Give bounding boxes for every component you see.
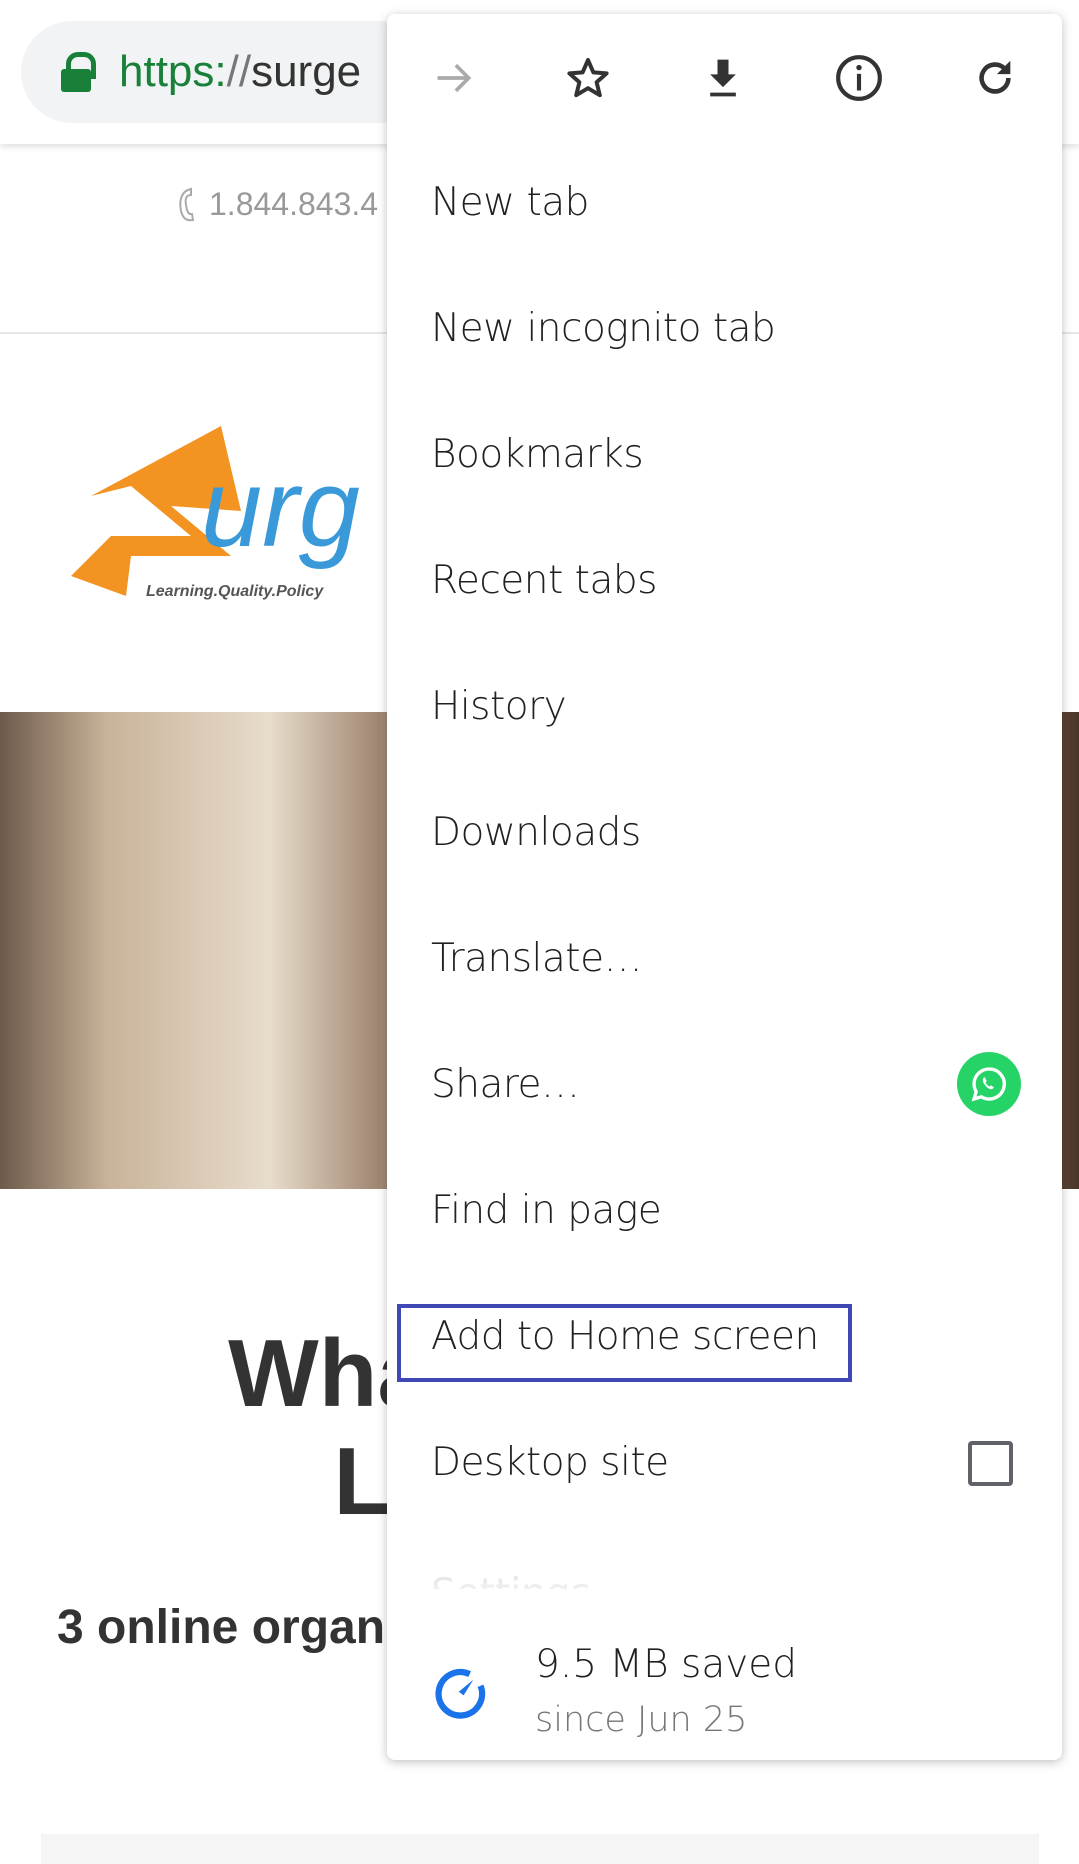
download-icon (710, 59, 736, 97)
info-icon (836, 55, 882, 101)
content-box (41, 1834, 1039, 1864)
phone-text: 1.844.843.4 (209, 186, 379, 222)
menu-item-bookmarks[interactable]: Bookmarks (431, 415, 644, 495)
lock-icon (61, 52, 96, 92)
data-saved-since: since Jun 25 (535, 1700, 748, 1740)
star-icon (567, 58, 609, 98)
menu-icon-row (387, 14, 1062, 140)
forward-arrow-icon (437, 63, 472, 93)
url-scheme: https: (119, 47, 227, 96)
menu-item-history[interactable]: History (431, 667, 567, 747)
menu-item-share[interactable]: Share… (431, 1045, 580, 1125)
url-separator: // (226, 47, 252, 96)
svg-text:Learning.Quality.Policy: Learning.Quality.Policy (146, 583, 324, 600)
download-button[interactable] (697, 52, 749, 104)
surge-logo[interactable]: urg Learning.Quality.Policy (71, 426, 391, 611)
refresh-icon (979, 60, 1011, 94)
phone-icon (179, 187, 195, 221)
menu-item-desktop-site[interactable]: Desktop site (431, 1423, 669, 1503)
menu-item-translate[interactable]: Translate… (431, 919, 643, 999)
svg-text:urg: urg (201, 447, 360, 570)
data-saver-gauge-icon (435, 1668, 486, 1719)
scroll-fade (387, 1569, 1062, 1609)
refresh-button[interactable] (969, 52, 1021, 104)
bookmark-button[interactable] (562, 52, 614, 104)
browser-menu: New tab New incognito tab Bookmarks Rece… (387, 14, 1062, 1760)
menu-item-recent-tabs[interactable]: Recent tabs (431, 541, 657, 621)
page-info-button[interactable] (833, 52, 885, 104)
page-subheading: 3 online organi (57, 1601, 399, 1654)
whatsapp-icon (971, 1067, 1006, 1102)
url-host: surge (251, 47, 362, 96)
highlight-box (397, 1304, 852, 1382)
desktop-site-checkbox[interactable] (968, 1441, 1013, 1486)
whatsapp-share-button[interactable] (957, 1052, 1021, 1116)
menu-item-find-in-page[interactable]: Find in page (431, 1171, 662, 1251)
phone-number[interactable]: 1.844.843.4 (177, 186, 378, 223)
forward-button[interactable] (428, 52, 480, 104)
menu-item-new-incognito-tab[interactable]: New incognito tab (431, 289, 776, 369)
menu-item-new-tab[interactable]: New tab (431, 163, 589, 243)
data-saved-amount: 9.5 MB saved (535, 1642, 798, 1687)
data-saver-summary[interactable]: 9.5 MB saved since Jun 25 (387, 1624, 1062, 1754)
menu-item-downloads[interactable]: Downloads (431, 793, 641, 873)
